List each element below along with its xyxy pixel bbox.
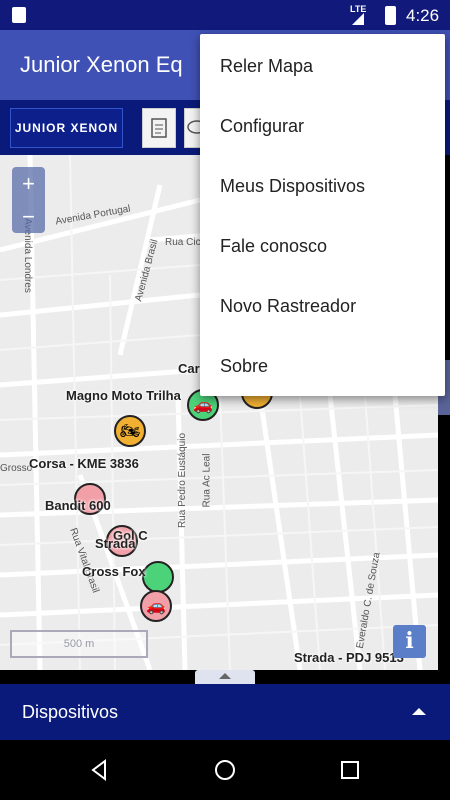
menu-item-fale-conosco[interactable]: Fale conosco [200,216,445,276]
battery-icon [385,6,396,25]
car-marker-icon[interactable]: 🚗 [140,590,172,622]
vehicle-label[interactable]: Strada - PDJ 9513 [294,650,404,665]
vehicle-label[interactable]: Strada [95,536,135,551]
vehicle-label[interactable]: Magno Moto Trilha [66,388,181,403]
sd-card-icon [12,7,26,23]
map-scale: 500 m [10,630,148,658]
brand-logo: JUNIOR XENON [10,108,123,148]
vehicle-label[interactable]: Corsa - KME 3836 [29,456,139,471]
home-icon[interactable] [213,758,237,782]
system-nav-bar [0,740,450,800]
zoom-control: + − [12,167,45,233]
menu-item-sobre[interactable]: Sobre [200,336,445,396]
clock: 4:26 [406,6,440,25]
status-bar: LTE 4:26 [0,0,450,30]
vehicle-label[interactable]: Bandit 600 [45,498,111,513]
zoom-in-button[interactable]: + [12,167,45,200]
zoom-out-button[interactable]: − [12,200,45,233]
street-label: Rua Ac Leal [201,453,213,508]
motorcycle-marker-icon[interactable]: 🏍 [114,415,146,447]
recents-icon[interactable] [338,758,362,782]
vehicle-label[interactable]: Car [178,361,200,376]
devices-panel[interactable]: Dispositivos [0,684,450,740]
document-icon [151,118,167,138]
panel-drag-handle[interactable] [195,670,255,684]
vehicle-label[interactable]: Cross Fox [82,564,146,579]
back-icon[interactable] [87,758,111,782]
menu-item-meus-dispositivos[interactable]: Meus Dispositivos [200,156,445,216]
overflow-menu: Reler Mapa Configurar Meus Dispositivos … [200,34,445,396]
devices-panel-title: Dispositivos [22,702,119,722]
info-button[interactable]: i [393,625,426,658]
signal-icon [352,13,364,25]
street-label: Rua Pedro Eustáquio [177,432,189,529]
menu-item-reler-mapa[interactable]: Reler Mapa [200,36,445,96]
logo-text: JUNIOR XENON [14,121,119,135]
expand-icon[interactable] [412,708,426,715]
menu-item-novo-rastreador[interactable]: Novo Rastreador [200,276,445,336]
app-title: Junior Xenon Eq [20,52,183,77]
car-marker-icon[interactable] [142,561,174,593]
street-label: Grosso [0,463,33,474]
document-button[interactable] [142,108,176,148]
menu-item-configurar[interactable]: Configurar [200,96,445,156]
